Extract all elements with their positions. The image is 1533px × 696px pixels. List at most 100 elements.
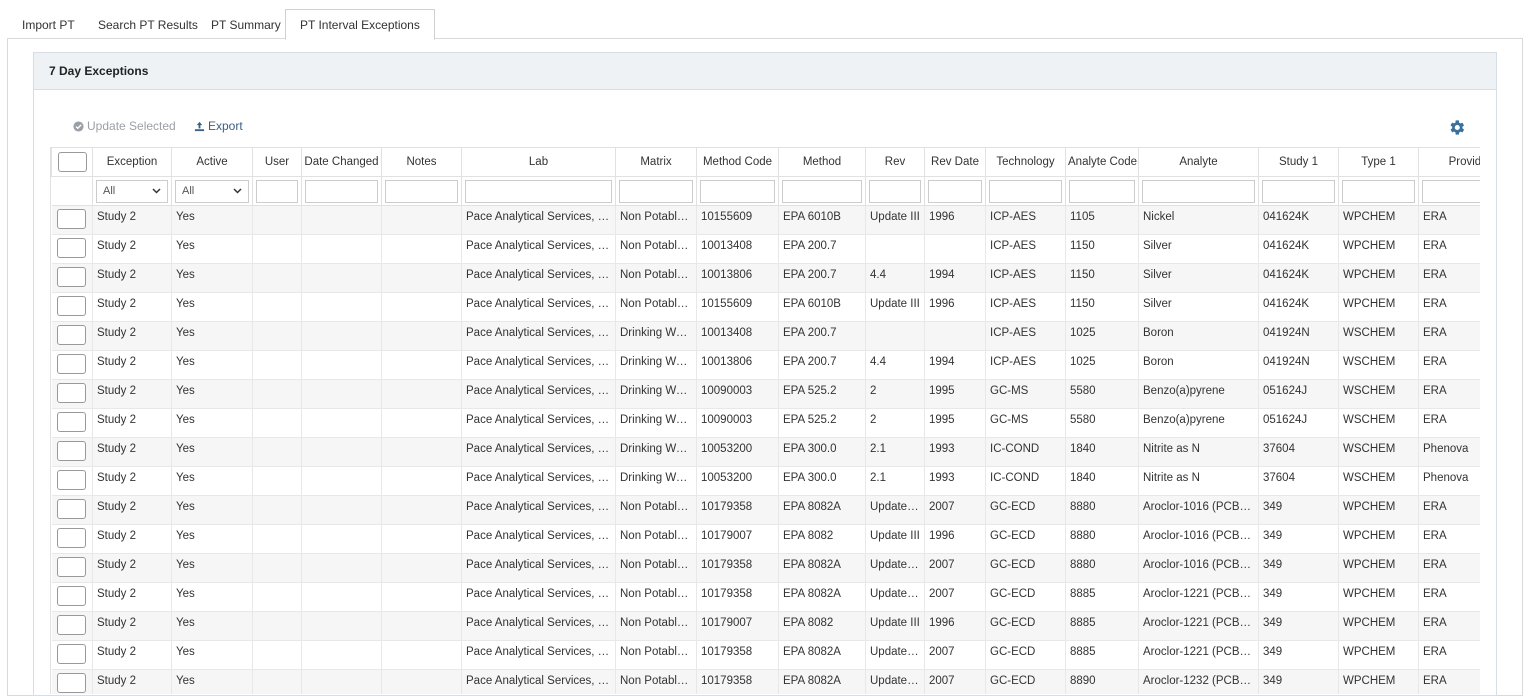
row-checkbox[interactable] xyxy=(56,470,86,490)
provider-filter-input[interactable] xyxy=(1422,179,1480,203)
table-row[interactable]: Study 2 Yes Pace Analytical Services, LLC.… xyxy=(51,379,1480,409)
notes-filter-input[interactable] xyxy=(385,179,458,203)
row-checkbox[interactable] xyxy=(56,586,86,606)
cell-analyte-code: 8885 xyxy=(1065,640,1139,670)
tab-pt-interval-exceptions[interactable]: PT Interval Exceptions xyxy=(285,9,435,40)
table-row[interactable]: Study 2 Yes Pace Analytical Services, LLC.… xyxy=(51,495,1480,525)
col-user[interactable]: User xyxy=(252,147,302,177)
cell-rev xyxy=(865,321,925,351)
table-row[interactable]: Study 2 Yes Pace Analytical Services, LLC.… xyxy=(51,350,1480,380)
col-analyte-code[interactable]: Analyte Code xyxy=(1065,147,1139,177)
table-row[interactable]: Study 2 Yes Pace Analytical Services, LLC.… xyxy=(51,553,1480,583)
row-checkbox[interactable] xyxy=(56,354,86,374)
cell-study-1: 041924N xyxy=(1258,321,1339,351)
col-type-1[interactable]: Type 1 xyxy=(1338,147,1419,177)
active-filter-select[interactable]: All xyxy=(175,179,249,203)
row-checkbox[interactable] xyxy=(56,296,86,316)
tab-import-pt[interactable]: Import PT xyxy=(7,9,90,39)
col-rev-date[interactable]: Rev Date xyxy=(924,147,986,177)
table-row[interactable]: Study 2 Yes Pace Analytical Services, LLC.… xyxy=(51,611,1480,641)
row-checkbox[interactable] xyxy=(56,238,86,258)
study-1-filter-input[interactable] xyxy=(1262,179,1335,203)
col-study-1[interactable]: Study 1 xyxy=(1258,147,1339,177)
table-row[interactable]: Study 2 Yes Pace Analytical Services, LLC.… xyxy=(51,466,1480,496)
analyte-code-filter-input[interactable] xyxy=(1069,179,1135,203)
cell-date-changed xyxy=(301,611,382,641)
cell-active: Yes xyxy=(171,524,253,554)
cell-date-changed xyxy=(301,437,382,467)
cell-study-1: 349 xyxy=(1258,669,1339,694)
cell-notes xyxy=(381,263,462,293)
cell-user xyxy=(252,437,302,467)
table-row[interactable]: Study 2 Yes Pace Analytical Services, LLC.… xyxy=(51,640,1480,670)
matrix-filter-input[interactable] xyxy=(619,179,693,203)
cell-method: EPA 200.7 xyxy=(778,234,866,264)
method-filter-input[interactable] xyxy=(782,179,862,203)
col-method-code[interactable]: Method Code xyxy=(696,147,779,177)
cell-user xyxy=(252,205,302,235)
user-filter-input[interactable] xyxy=(256,179,298,203)
col-analyte[interactable]: Analyte xyxy=(1138,147,1259,177)
table-row[interactable]: Study 2 Yes Pace Analytical Services, LLC.… xyxy=(51,437,1480,467)
cell-active: Yes xyxy=(171,379,253,409)
col-rev[interactable]: Rev xyxy=(865,147,925,177)
rev-date-filter-input[interactable] xyxy=(928,179,982,203)
table-row[interactable]: Study 2 Yes Pace Analytical Services, LLC.… xyxy=(51,292,1480,322)
row-checkbox[interactable] xyxy=(56,383,86,403)
row-checkbox[interactable] xyxy=(56,528,86,548)
cell-matrix: Non Potable ... xyxy=(615,263,697,293)
col-matrix[interactable]: Matrix xyxy=(615,147,697,177)
col-active[interactable]: Active xyxy=(171,147,253,177)
col-date-changed[interactable]: Date Changed xyxy=(301,147,382,177)
cell-notes xyxy=(381,553,462,583)
analyte-filter-input[interactable] xyxy=(1142,179,1255,203)
row-select-cell xyxy=(51,495,93,525)
technology-filter-input[interactable] xyxy=(989,179,1062,203)
type-1-filter-input[interactable] xyxy=(1342,179,1415,203)
export-button[interactable]: Export xyxy=(194,118,243,134)
row-checkbox[interactable] xyxy=(56,644,86,664)
row-checkbox[interactable] xyxy=(56,441,86,461)
table-row[interactable]: Study 2 Yes Pace Analytical Services, LLC.… xyxy=(51,263,1480,293)
table-row[interactable]: Study 2 Yes Pace Analytical Services, LLC.… xyxy=(51,408,1480,438)
col-technology[interactable]: Technology xyxy=(985,147,1066,177)
cell-method-code: 10155609 xyxy=(696,292,779,322)
row-checkbox[interactable] xyxy=(56,209,86,229)
col-method[interactable]: Method xyxy=(778,147,866,177)
col-notes[interactable]: Notes xyxy=(381,147,462,177)
row-checkbox[interactable] xyxy=(56,557,86,577)
update-selected-button[interactable]: Update Selected xyxy=(73,118,176,134)
export-icon xyxy=(194,121,205,131)
cell-exception: Study 2 xyxy=(92,408,172,438)
row-checkbox[interactable] xyxy=(56,267,86,287)
tab-search-pt-results[interactable]: Search PT Results xyxy=(83,9,213,39)
lab-filter-input[interactable] xyxy=(465,179,612,203)
date-changed-filter-input[interactable] xyxy=(305,179,378,203)
gear-icon[interactable] xyxy=(1447,118,1466,137)
table-row[interactable]: Study 2 Yes Pace Analytical Services, LLC.… xyxy=(51,234,1480,264)
method-code-filter-input[interactable] xyxy=(700,179,775,203)
select-all-checkbox[interactable] xyxy=(57,152,87,172)
table-row[interactable]: Study 2 Yes Pace Analytical Services, LLC.… xyxy=(51,582,1480,612)
table-row[interactable]: Study 2 Yes Pace Analytical Services, LLC.… xyxy=(51,524,1480,554)
cell-method: EPA 525.2 xyxy=(778,408,866,438)
row-checkbox[interactable] xyxy=(56,412,86,432)
cell-rev: Update III xyxy=(865,292,925,322)
col-provider[interactable]: Provider xyxy=(1418,147,1480,177)
row-checkbox[interactable] xyxy=(56,673,86,693)
row-checkbox[interactable] xyxy=(56,615,86,635)
col-lab[interactable]: Lab xyxy=(461,147,616,177)
table-row[interactable]: Study 2 Yes Pace Analytical Services, LLC.… xyxy=(51,205,1480,235)
exception-filter-select[interactable]: All xyxy=(96,179,168,203)
table-row[interactable]: Study 2 Yes Pace Analytical Services, LLC.… xyxy=(51,321,1480,351)
tab-pt-summary[interactable]: PT Summary xyxy=(196,9,296,39)
col-exception[interactable]: Exception xyxy=(92,147,172,177)
row-checkbox[interactable] xyxy=(56,325,86,345)
table-row[interactable]: Study 2 Yes Pace Analytical Services, LLC.… xyxy=(51,669,1480,694)
cell-date-changed xyxy=(301,582,382,612)
cell-matrix: Non Potable ... xyxy=(615,669,697,694)
row-checkbox[interactable] xyxy=(56,499,86,519)
cell-lab: Pace Analytical Services, LLC... xyxy=(461,611,616,641)
cell-active: Yes xyxy=(171,611,253,641)
rev-filter-input[interactable] xyxy=(869,179,921,203)
